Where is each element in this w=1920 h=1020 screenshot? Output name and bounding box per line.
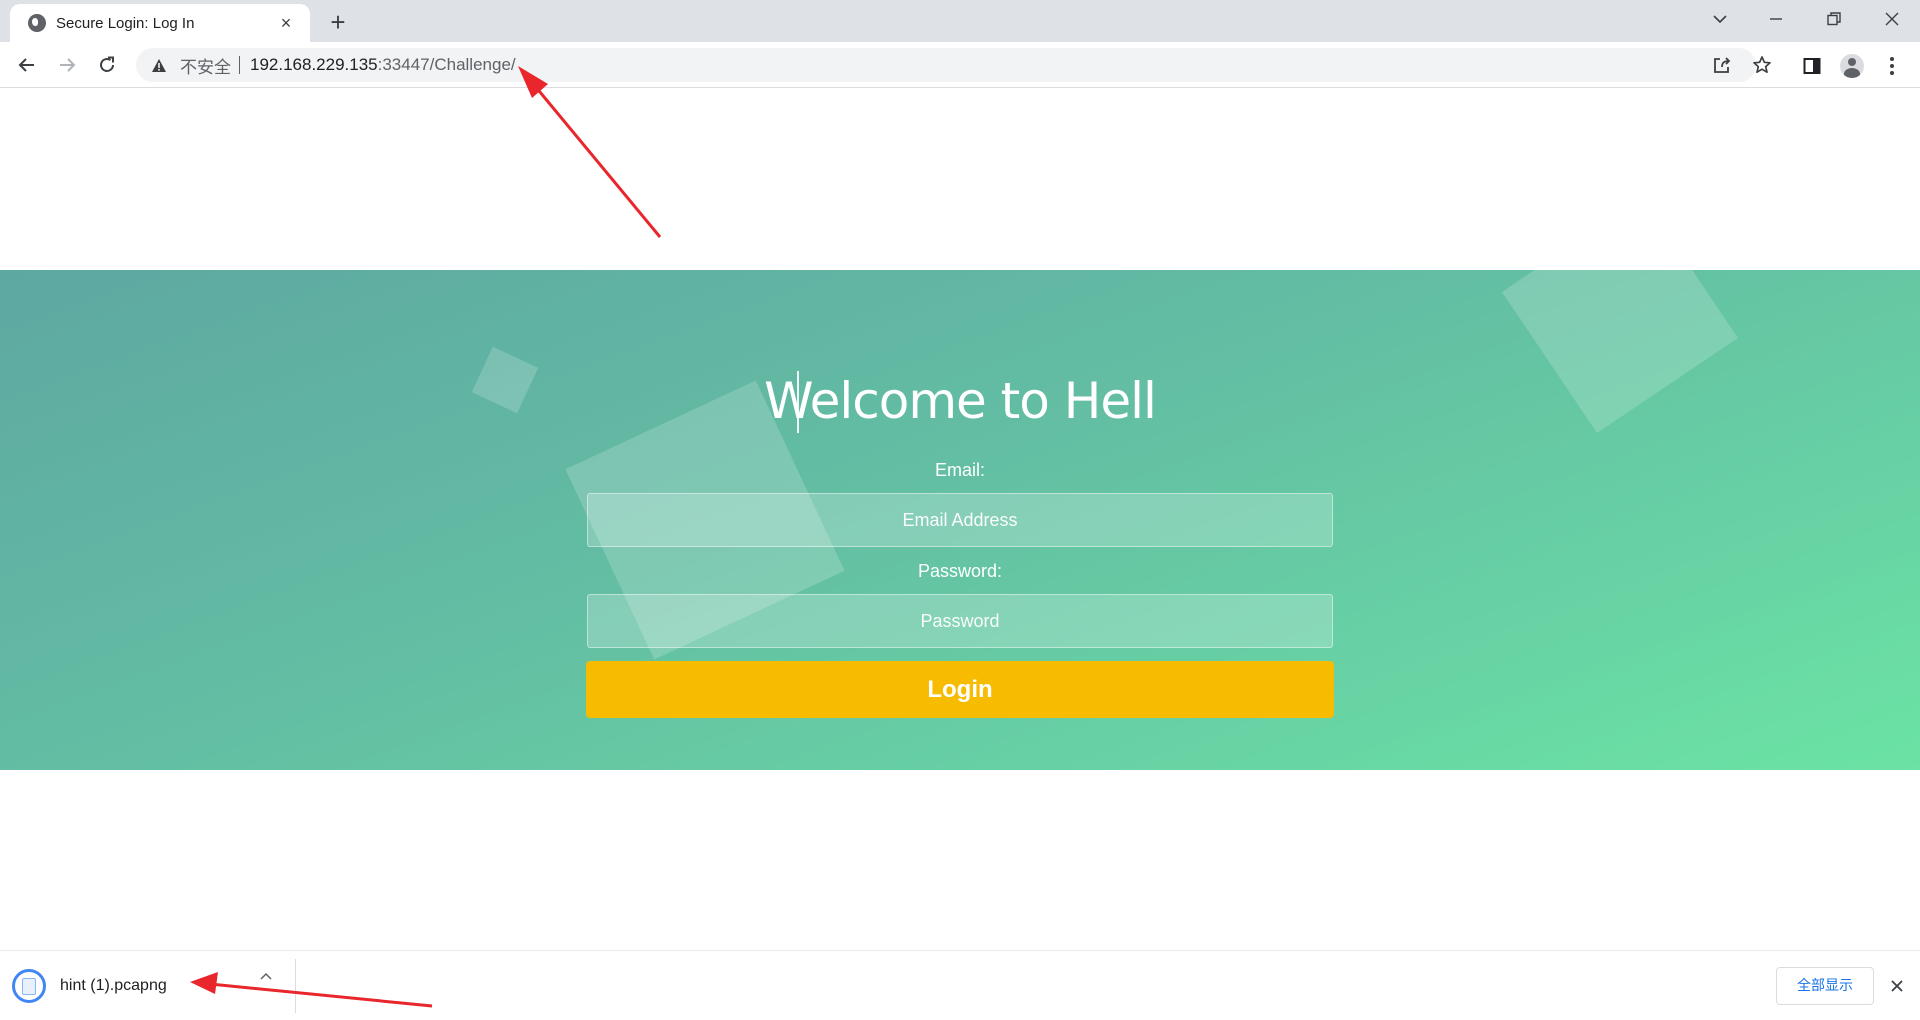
close-shelf-button[interactable] [1886,975,1908,997]
password-field[interactable] [587,594,1333,648]
password-label: Password: [917,561,1003,581]
download-options-button[interactable] [256,966,276,986]
page-title: Welcome to Hell [764,372,1157,430]
new-tab-button[interactable]: + [324,9,352,37]
warning-icon[interactable] [150,56,168,74]
star-icon [1753,56,1771,74]
email-label: Email: [934,460,985,480]
profile-avatar-icon [1840,54,1864,78]
address-bar[interactable]: 不安全 192.168.229.135 :33447/Challenge/ [136,48,1756,82]
globe-icon [28,14,46,32]
not-secure-label: 不安全 [180,57,231,77]
minimize-button[interactable] [1748,0,1804,38]
reload-icon [100,56,114,72]
url-path: :33447/Challenge/ [377,55,516,74]
shelf-divider [295,959,296,1013]
chevron-down-icon [1713,15,1727,24]
tab-close-button[interactable]: × [276,13,296,33]
file-icon [12,969,46,1003]
window-close-button[interactable] [1864,0,1920,38]
text-caret [797,371,799,433]
minimize-icon [1770,18,1782,20]
tab-secure-login[interactable]: Secure Login: Log In × [10,4,310,42]
login-hero: Welcome to Hell Email: Password: Login [0,270,1920,770]
url-host: 192.168.229.135 [250,55,378,74]
bookmark-button[interactable] [1748,51,1776,79]
chevron-up-icon [260,972,272,980]
download-item[interactable]: hint (1).pcapng [12,963,296,1009]
email-field[interactable] [587,493,1333,547]
forward-arrow-icon [60,58,76,72]
download-shelf: hint (1).pcapng 全部显示 [0,950,1920,1020]
download-file-name: hint (1).pcapng [60,977,167,994]
close-icon [1891,980,1903,992]
back-arrow-icon [18,58,34,72]
close-icon [1885,12,1899,26]
reload-button[interactable] [92,50,122,80]
tab-title: Secure Login: Log In [56,14,195,32]
kebab-menu-icon [1890,57,1894,75]
browser-menu-button[interactable] [1876,50,1908,82]
login-button[interactable]: Login [586,661,1334,718]
tab-search-button[interactable] [1692,0,1748,38]
side-panel-icon [1803,58,1821,74]
arrow-to-url [518,66,662,238]
back-button[interactable] [12,50,42,80]
share-icon [1714,57,1731,73]
side-panel-button[interactable] [1796,50,1828,82]
share-button[interactable] [1708,51,1736,79]
omnibox-separator [239,56,240,74]
forward-button[interactable] [52,50,82,80]
show-all-downloads-button[interactable]: 全部显示 [1776,967,1874,1005]
restore-icon [1827,12,1841,26]
profile-button[interactable] [1836,50,1868,82]
tab-strip: Secure Login: Log In × + [0,0,1920,42]
restore-button[interactable] [1806,0,1862,38]
browser-toolbar: 不安全 192.168.229.135 :33447/Challenge/ [0,42,1920,88]
